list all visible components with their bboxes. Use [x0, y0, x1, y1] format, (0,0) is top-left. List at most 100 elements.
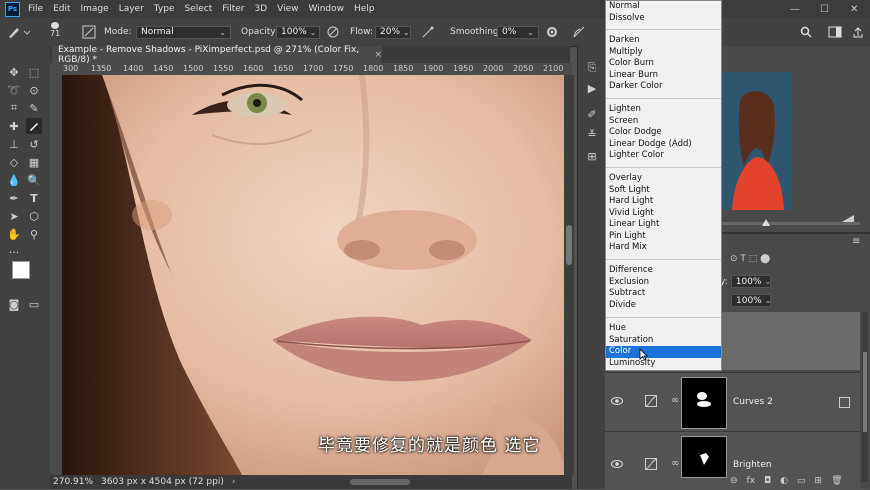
- adjustments-panel-icon[interactable]: ≚: [584, 126, 600, 142]
- blend-option-pin-light[interactable]: Pin Light: [606, 231, 721, 243]
- blend-option-hard-light[interactable]: Hard Light: [606, 196, 721, 208]
- blur-tool-icon[interactable]: 💧: [6, 172, 22, 188]
- eraser-tool-icon[interactable]: ◇: [6, 154, 22, 170]
- zoom-level[interactable]: 270.91%: [53, 477, 93, 487]
- navigator-thumbnail[interactable]: [722, 72, 792, 210]
- move-tool-icon[interactable]: ✥: [6, 64, 22, 80]
- close-tab-icon[interactable]: ×: [374, 50, 382, 60]
- screen-mode-icon[interactable]: ▭: [26, 296, 42, 312]
- eyedropper-tool-icon[interactable]: ✎: [26, 100, 42, 116]
- minimize-button[interactable]: —: [790, 0, 800, 18]
- trash-icon[interactable]: 🗑: [831, 476, 842, 486]
- blend-option-screen[interactable]: Screen: [606, 116, 721, 128]
- brush-tool-icon[interactable]: [26, 118, 42, 134]
- filter-icons[interactable]: ⊙ T ⬚ ⬤: [730, 254, 770, 264]
- properties-panel-icon[interactable]: ⊞: [584, 148, 600, 164]
- share-icon[interactable]: [852, 24, 864, 40]
- pressure-opacity-icon[interactable]: [326, 24, 340, 40]
- healing-tool-icon[interactable]: ✚: [6, 118, 22, 134]
- photoshop-logo[interactable]: Ps: [5, 1, 20, 17]
- menu-image[interactable]: Image: [81, 4, 109, 14]
- brush-angle-icon[interactable]: [572, 24, 586, 40]
- brush-settings-icon[interactable]: [82, 24, 96, 40]
- eye-icon[interactable]: [611, 460, 623, 471]
- blend-option-divide[interactable]: Divide: [606, 300, 721, 312]
- menu-select[interactable]: Select: [184, 4, 212, 14]
- blend-option-dissolve[interactable]: Dissolve: [606, 13, 721, 25]
- scroll-thumb[interactable]: [566, 225, 572, 265]
- menu-window[interactable]: Window: [309, 4, 345, 14]
- adjustment-layer-icon[interactable]: ◐: [780, 476, 788, 486]
- fx-icon[interactable]: fx: [747, 476, 756, 486]
- blend-option-multiply[interactable]: Multiply: [606, 47, 721, 59]
- marquee-tool-icon[interactable]: ⬚: [26, 64, 42, 80]
- pen-tool-icon[interactable]: ✒: [6, 190, 22, 206]
- menu-layer[interactable]: Layer: [119, 4, 144, 14]
- smoothing-field[interactable]: 0% ⌄: [497, 25, 539, 39]
- canvas-vertical-scrollbar[interactable]: [564, 75, 574, 475]
- blend-option-difference[interactable]: Difference: [606, 265, 721, 277]
- blend-option-vivid-light[interactable]: Vivid Light: [606, 208, 721, 220]
- menu-edit[interactable]: Edit: [53, 4, 70, 14]
- navigator-zoom-slider[interactable]: [722, 219, 860, 226]
- group-icon[interactable]: ▭: [797, 476, 806, 486]
- history-panel-icon[interactable]: ⎘: [584, 60, 600, 76]
- blend-option-lighten[interactable]: Lighten: [606, 104, 721, 116]
- brush-size-picker[interactable]: 71: [50, 22, 60, 38]
- brush-panel-icon[interactable]: ✐: [584, 106, 600, 122]
- blend-option-color[interactable]: Color: [606, 346, 721, 358]
- layer-name[interactable]: Brighten: [733, 460, 772, 470]
- layer-mask-thumbnail[interactable]: [681, 436, 727, 478]
- zoom-tool-icon[interactable]: ⚲: [26, 226, 42, 242]
- quick-select-tool-icon[interactable]: ⊙: [26, 82, 42, 98]
- blend-option-lighter-color[interactable]: Lighter Color: [606, 150, 721, 162]
- scroll-thumb[interactable]: [863, 352, 867, 432]
- slider-handle[interactable]: [762, 219, 770, 226]
- blend-option-subtract[interactable]: Subtract: [606, 288, 721, 300]
- blend-option-luminosity[interactable]: Luminosity: [606, 358, 721, 370]
- history-brush-tool-icon[interactable]: ↺: [26, 136, 42, 152]
- blend-option-saturation[interactable]: Saturation: [606, 335, 721, 347]
- airbrush-icon[interactable]: [421, 24, 435, 40]
- menu-type[interactable]: Type: [154, 4, 175, 14]
- layer-name[interactable]: Curves 2: [733, 397, 773, 407]
- blend-option-exclusion[interactable]: Exclusion: [606, 277, 721, 289]
- blend-option-overlay[interactable]: Overlay: [606, 173, 721, 185]
- blend-option-normal[interactable]: Normal: [606, 1, 721, 13]
- menu-3d[interactable]: 3D: [255, 4, 268, 14]
- blend-option-soft-light[interactable]: Soft Light: [606, 185, 721, 197]
- lasso-tool-icon[interactable]: ➰: [6, 82, 22, 98]
- clone-stamp-tool-icon[interactable]: ⊥: [6, 136, 22, 152]
- link-icon[interactable]: ∞: [671, 458, 679, 469]
- link-layers-icon[interactable]: ⊖: [730, 476, 738, 486]
- path-select-tool-icon[interactable]: ➤: [6, 208, 22, 224]
- layer-row-curves-2[interactable]: ∞ Curves 2: [605, 372, 860, 431]
- panel-menu-icon[interactable]: ≡: [852, 236, 860, 247]
- more-tools-icon[interactable]: ···: [6, 244, 22, 260]
- blend-option-hard-mix[interactable]: Hard Mix: [606, 242, 721, 254]
- crop-tool-icon[interactable]: ⌗: [6, 100, 22, 116]
- layer-mask-thumbnail[interactable]: [681, 377, 727, 429]
- shape-tool-icon[interactable]: ⬡: [26, 208, 42, 224]
- maximize-button[interactable]: ☐: [820, 0, 829, 18]
- layer-fill-field[interactable]: 100% ⌄: [731, 294, 771, 307]
- brush-tool-preset-icon[interactable]: [6, 24, 30, 40]
- search-icon[interactable]: [800, 24, 812, 40]
- opacity-field[interactable]: 100% ⌄: [276, 25, 320, 39]
- menu-view[interactable]: View: [277, 4, 298, 14]
- status-menu-icon[interactable]: ›: [232, 477, 236, 487]
- selected-layer-row[interactable]: [722, 312, 860, 370]
- new-layer-icon[interactable]: ⊞: [815, 476, 823, 486]
- layers-scrollbar[interactable]: [862, 312, 868, 482]
- blend-mode-dropdown[interactable]: Normal Dissolve Darken Multiply Color Bu…: [605, 0, 722, 371]
- horizontal-scrollbar[interactable]: [350, 479, 410, 485]
- blend-option-color-burn[interactable]: Color Burn: [606, 58, 721, 70]
- blend-option-darken[interactable]: Darken: [606, 35, 721, 47]
- close-window-button[interactable]: ✕: [850, 0, 858, 18]
- type-tool-icon[interactable]: T: [26, 190, 42, 206]
- actions-play-icon[interactable]: ▶: [584, 80, 600, 96]
- document-canvas[interactable]: [62, 75, 564, 475]
- foreground-color-swatch[interactable]: [12, 261, 30, 279]
- quick-mask-icon[interactable]: ◙: [6, 296, 22, 312]
- mode-select[interactable]: Normal ⌄: [136, 25, 231, 39]
